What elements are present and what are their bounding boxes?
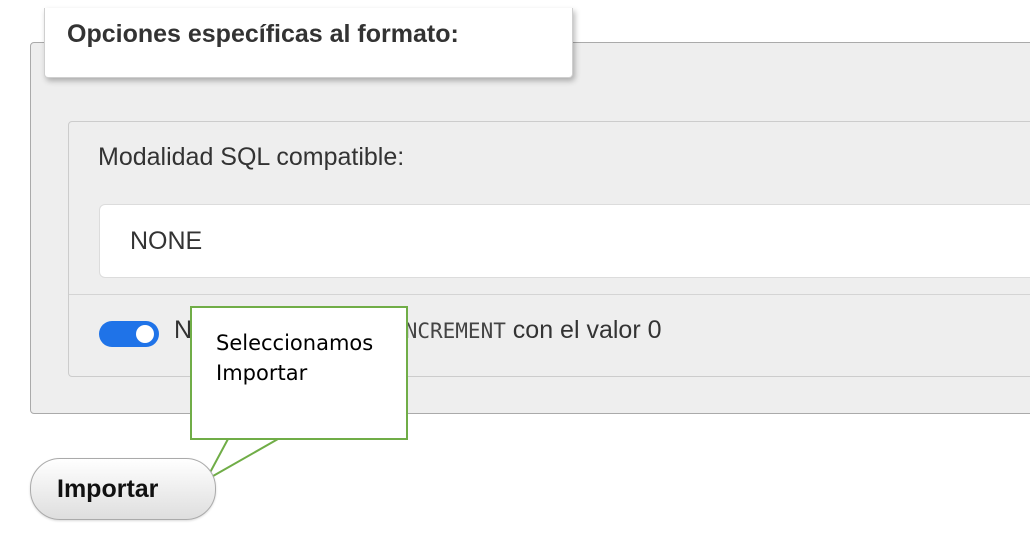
- options-divider: [69, 294, 1030, 295]
- import-button[interactable]: Importar: [30, 458, 216, 520]
- option-label-code: INCREMENT: [392, 319, 506, 343]
- sql-mode-label: Modalidad SQL compatible:: [98, 143, 405, 171]
- sql-mode-select[interactable]: NONE: [99, 204, 1030, 278]
- format-options-legend: Opciones específicas al formato:: [44, 8, 573, 78]
- callout-box: Seleccionamos Importar: [190, 306, 408, 440]
- format-options-legend-text: Opciones específicas al formato:: [67, 20, 459, 48]
- import-button-label: Importar: [57, 475, 159, 503]
- auto-increment-zero-toggle[interactable]: [99, 321, 159, 347]
- toggle-knob: [136, 325, 154, 343]
- callout-line-1: Seleccionamos: [216, 331, 374, 355]
- option-label-suffix: con el valor 0: [505, 316, 662, 344]
- callout-line-2: Importar: [216, 361, 308, 385]
- sql-mode-selected-value: NONE: [130, 227, 203, 255]
